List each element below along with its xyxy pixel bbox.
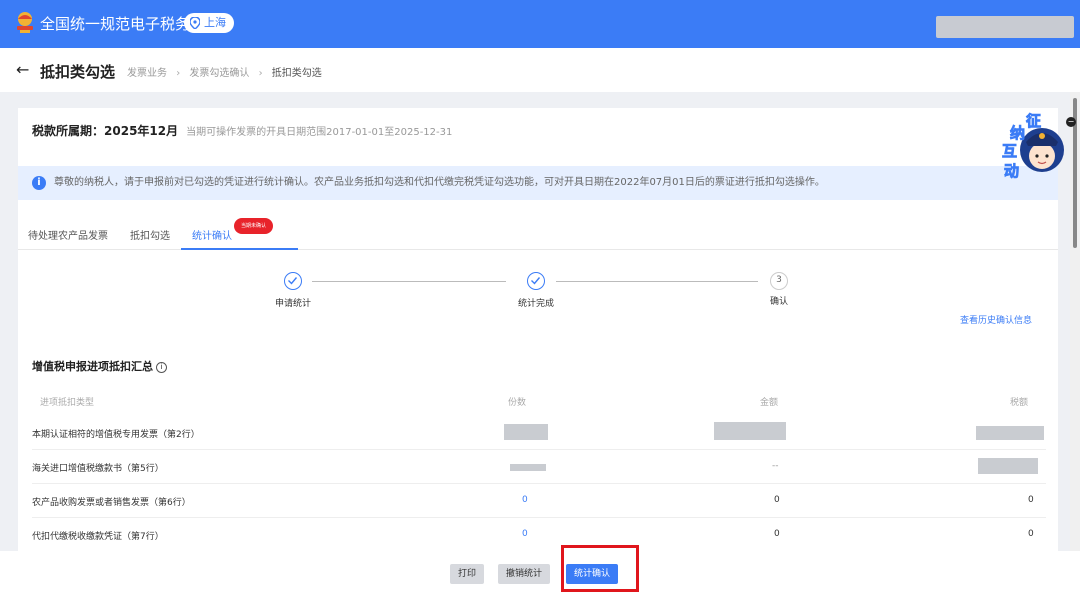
table-row: 本期认证相符的增值税专用发票（第2行） — [32, 416, 1046, 450]
table-row: 农产品收购发票或者销售发票（第6行） 0 0 0 — [32, 484, 1046, 518]
breadcrumb: 发票业务 › 发票勾选确认 › 抵扣类勾选 — [127, 64, 322, 79]
breadcrumb-item[interactable]: 发票业务 — [127, 64, 167, 79]
breadcrumb-separator-icon: › — [176, 68, 181, 79]
row-tax: 0 — [1028, 529, 1034, 539]
avatar-char: 征 — [1026, 112, 1041, 130]
redacted-tax — [976, 426, 1044, 440]
notice-text: 尊敬的纳税人，请于申报前对已勾选的凭证进行统计确认。农产品业务抵扣勾选和代扣代缴… — [54, 177, 825, 188]
tax-assistant-avatar[interactable]: 纳 纳 互 动 征 — [982, 112, 1066, 190]
step-3-label: 确认 — [770, 297, 789, 307]
tab-pending-farm-invoices[interactable]: 待处理农产品发票 — [28, 227, 108, 242]
step-2-label: 统计完成 — [518, 299, 555, 309]
step-1-label: 申请统计 — [275, 299, 312, 309]
breadcrumb-current: 抵扣类勾选 — [271, 68, 322, 79]
breadcrumb-bar: ← 抵扣类勾选 发票业务 › 发票勾选确认 › 抵扣类勾选 — [0, 48, 1080, 92]
page-title: 抵扣类勾选 — [40, 63, 116, 81]
row-count-link[interactable]: 0 — [522, 495, 528, 505]
summary-title-text: 增值税申报进项抵扣汇总 — [32, 360, 153, 373]
avatar-char: 纳 — [1010, 124, 1025, 142]
redacted-count — [510, 464, 546, 471]
step-connector — [556, 281, 758, 282]
redacted-tax — [978, 458, 1038, 474]
tax-bureau-logo — [17, 12, 33, 33]
info-icon: i — [32, 176, 46, 190]
column-header-count: 份数 — [508, 398, 527, 408]
row-label: 农产品收购发票或者销售发票（第6行） — [32, 498, 191, 508]
step-1-check-icon — [284, 272, 302, 290]
row-label: 代扣代缴税收缴款凭证（第7行） — [32, 532, 164, 542]
undo-statistics-button[interactable]: 撤销统计 — [498, 564, 551, 584]
location-label: 上海 — [204, 16, 226, 29]
table-row: 代扣代缴税收缴款凭证（第7行） 0 0 0 — [32, 518, 1046, 552]
status-badge: 当期未确认 — [234, 218, 274, 234]
table-row: 海关进口增值税缴款书（第5行） -- — [32, 450, 1046, 484]
print-button[interactable]: 打印 — [450, 564, 485, 584]
row-tax: 0 — [1028, 495, 1034, 505]
tax-period-value: 2025年12月 — [104, 124, 179, 138]
row-amount: 0 — [774, 495, 780, 505]
breadcrumb-separator-icon: › — [258, 68, 263, 79]
back-arrow-icon[interactable]: ← — [16, 60, 29, 79]
step-2-check-icon — [527, 272, 545, 290]
row-label: 海关进口增值税缴款书（第5行） — [32, 464, 164, 474]
top-bar: 全国统一规范电子税务局 上海 — [0, 0, 1080, 48]
column-header-type: 进项抵扣类型 — [40, 398, 95, 408]
redacted-count — [504, 424, 548, 440]
highlight-annotation — [561, 545, 639, 592]
row-label: 本期认证相符的增值税专用发票（第2行） — [32, 430, 200, 440]
info-icon[interactable]: i — [156, 362, 167, 373]
column-header-tax: 税额 — [1010, 398, 1029, 408]
row-amount: -- — [772, 461, 779, 471]
user-info[interactable] — [936, 16, 1074, 38]
row-count-link[interactable]: 0 — [522, 529, 528, 539]
breadcrumb-item[interactable]: 发票勾选确认 — [189, 64, 249, 79]
step-connector — [312, 281, 506, 282]
notice-banner: i 尊敬的纳税人，请于申报前对已勾选的凭证进行统计确认。农产品业务抵扣勾选和代扣… — [18, 166, 1058, 200]
view-history-link[interactable]: 查看历史确认信息 — [960, 313, 1032, 326]
minus-icon[interactable]: − — [1066, 117, 1076, 127]
location-pin-icon — [190, 17, 200, 29]
tab-stat-confirm[interactable]: 统计确认 — [192, 227, 232, 242]
tax-period-hint: 当期可操作发票的开具日期范围2017-01-01至2025-12-31 — [186, 127, 453, 138]
tab-deduction-select[interactable]: 抵扣勾选 — [130, 227, 170, 242]
summary-title: 增值税申报进项抵扣汇总 i — [32, 358, 167, 374]
avatar-char: 互 — [1002, 142, 1017, 160]
redacted-amount — [714, 422, 786, 440]
main-panel: 税款所属期：2025年12月 当期可操作发票的开具日期范围2017-01-01至2… — [18, 108, 1058, 595]
tax-period: 税款所属期：2025年12月 当期可操作发票的开具日期范围2017-01-01至2… — [32, 122, 452, 139]
row-amount: 0 — [774, 529, 780, 539]
footer-bar: 打印 撤销统计 统计确认 — [0, 551, 1080, 595]
location-selector[interactable]: 上海 — [184, 13, 234, 33]
active-tab-indicator — [181, 248, 298, 250]
column-header-amount: 金额 — [760, 398, 779, 408]
app-title: 全国统一规范电子税务局 — [40, 15, 206, 33]
tab-bar: 待处理农产品发票 抵扣勾选 统计确认 当期未确认 — [18, 216, 1058, 250]
avatar-char: 动 — [1004, 162, 1019, 180]
tax-period-label: 税款所属期： — [32, 124, 105, 138]
step-3-number: 3 — [770, 272, 788, 290]
